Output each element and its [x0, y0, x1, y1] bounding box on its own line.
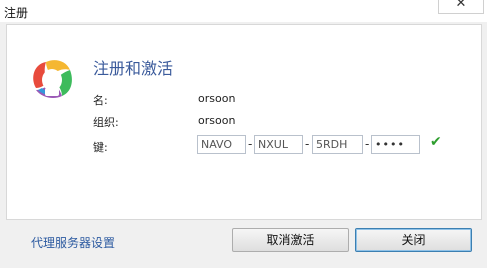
navicat-logo-icon [33, 60, 72, 98]
key-label: 键: [93, 141, 108, 154]
registration-window: 注册 ✕ 注册和激活 名: orsoon 组织: orsoon 键: NAVO … [0, 0, 487, 268]
organization-value: orsoon [198, 114, 236, 127]
name-label: 名: [93, 94, 108, 107]
window-title: 注册 [4, 6, 29, 20]
close-button[interactable]: 关闭 [355, 228, 472, 252]
dialog-heading: 注册和激活 [93, 59, 174, 78]
key-field-1[interactable]: NAVO [197, 135, 246, 154]
key-separator: - [305, 137, 310, 151]
key-field-3[interactable]: 5RDH [312, 135, 363, 154]
close-icon: ✕ [455, 0, 467, 11]
organization-label: 组织: [93, 116, 119, 129]
window-close-button[interactable]: ✕ [438, 0, 484, 14]
deactivate-button[interactable]: 取消激活 [232, 228, 349, 252]
key-field-2[interactable]: NXUL [254, 135, 303, 154]
name-value: orsoon [198, 92, 236, 105]
check-icon: ✔ [430, 134, 442, 150]
registration-panel [6, 24, 482, 220]
proxy-settings-link[interactable]: 代理服务器设置 [31, 234, 115, 251]
key-field-4[interactable]: •••• [371, 135, 420, 154]
key-separator: - [365, 137, 370, 151]
title-bar: 注册 ✕ [0, 0, 487, 22]
key-separator: - [248, 137, 253, 151]
